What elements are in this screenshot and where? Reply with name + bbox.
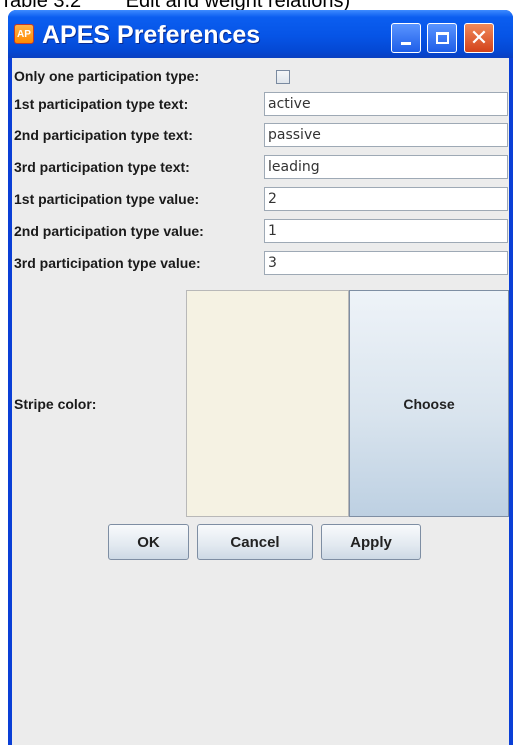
- type3-text-label: 3rd participation type text:: [14, 159, 190, 175]
- maximize-button[interactable]: [427, 23, 457, 53]
- only-one-type-checkbox[interactable]: [276, 70, 290, 84]
- type2-text-label: 2nd participation type text:: [14, 127, 193, 143]
- type2-text-field[interactable]: passive: [264, 123, 508, 147]
- maximize-icon: [435, 32, 449, 44]
- type1-text-field[interactable]: active: [264, 92, 508, 116]
- form-row: 3rd participation type value: 3: [12, 250, 509, 276]
- form-row: 1st participation type value: 2: [12, 186, 509, 212]
- form-row: 3rd participation type text: leading: [12, 154, 509, 180]
- preferences-window: AP APES Preferences ✕ Only one participa…: [8, 10, 513, 745]
- apply-button[interactable]: Apply: [321, 524, 421, 560]
- stripe-color-swatch: [186, 290, 349, 517]
- choose-color-button[interactable]: Choose: [349, 290, 509, 517]
- window-title: APES Preferences: [42, 21, 261, 49]
- cancel-button[interactable]: Cancel: [197, 524, 313, 560]
- close-icon: ✕: [469, 25, 489, 50]
- form-row: 2nd participation type value: 1: [12, 218, 509, 244]
- form-row: 1st participation type text: active: [12, 91, 509, 117]
- type2-value-label: 2nd participation type value:: [14, 223, 204, 239]
- type3-text-field[interactable]: leading: [264, 155, 508, 179]
- type1-value-field[interactable]: 2: [264, 187, 508, 211]
- app-icon: AP: [14, 24, 34, 44]
- type1-value-label: 1st participation type value:: [14, 191, 200, 207]
- only-one-type-label: Only one participation type:: [14, 68, 200, 84]
- type1-text-label: 1st participation type text:: [14, 96, 189, 112]
- stripe-color-label: Stripe color:: [14, 396, 97, 412]
- type2-value-field[interactable]: 1: [264, 219, 508, 243]
- ok-button[interactable]: OK: [108, 524, 189, 560]
- title-bar[interactable]: AP APES Preferences ✕: [8, 10, 513, 58]
- preferences-panel: Only one participation type: 1st partici…: [12, 58, 509, 745]
- type3-value-label: 3rd participation type value:: [14, 255, 201, 271]
- type3-value-field[interactable]: 3: [264, 251, 508, 275]
- background-document-caption: Table 3.2 Edit and weight relations): [0, 0, 351, 12]
- close-button[interactable]: ✕: [464, 23, 494, 53]
- minimize-icon: [401, 41, 411, 45]
- form-row: 2nd participation type text: passive: [12, 122, 509, 148]
- minimize-button[interactable]: [391, 23, 421, 53]
- only-one-type-row: Only one participation type:: [12, 63, 509, 89]
